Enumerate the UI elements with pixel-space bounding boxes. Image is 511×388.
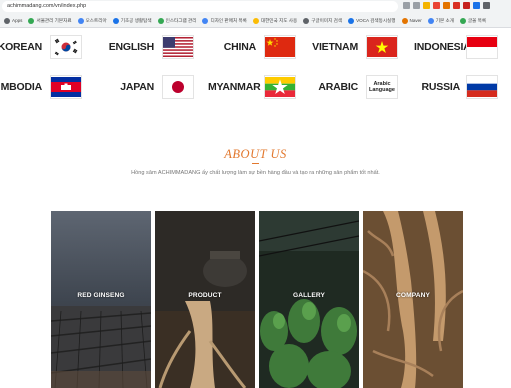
bookmark-item[interactable]: 디자인 판매처 목록 bbox=[200, 16, 248, 26]
language-cambodia[interactable]: MBODIA bbox=[0, 70, 82, 103]
bookmark-item[interactable]: 글꼴 목록 bbox=[458, 16, 488, 26]
language-label: RUSSIA bbox=[421, 80, 461, 93]
japan-flag-icon bbox=[162, 74, 194, 99]
share-icon[interactable] bbox=[413, 2, 420, 9]
about-description: Hồng sâm ACHIMMADANG ấy chất lượng làm s… bbox=[131, 170, 380, 176]
usa-flag-icon bbox=[162, 34, 194, 59]
card-label: COMPANY bbox=[396, 292, 430, 299]
extension-icon[interactable] bbox=[473, 2, 480, 9]
bookmark-item[interactable]: Naver bbox=[400, 16, 424, 26]
language-label: CHINA bbox=[223, 40, 256, 53]
bookmark-item[interactable]: 대한민국 지도 사용 bbox=[251, 16, 299, 26]
gallery-image bbox=[259, 211, 359, 388]
language-label: INDONESIA bbox=[414, 40, 471, 53]
language-korean[interactable]: KOREAN bbox=[0, 30, 82, 63]
address-row: achimmadang.com/vn/index.php bbox=[0, 0, 511, 13]
korea-flag-icon bbox=[50, 34, 82, 59]
card-company[interactable]: COMPANY bbox=[363, 211, 463, 388]
product-image bbox=[155, 211, 255, 388]
key-icon[interactable] bbox=[403, 2, 410, 9]
extension-icon[interactable] bbox=[453, 2, 460, 9]
bookmark-item[interactable]: 구글이미지 검색 bbox=[301, 16, 344, 26]
language-russia[interactable]: RUSSIA bbox=[414, 70, 498, 103]
bookmark-item[interactable]: 기본 소개 bbox=[426, 16, 456, 26]
company-image bbox=[363, 211, 463, 388]
language-label: JAPAN bbox=[120, 80, 154, 93]
bookmark-item[interactable]: Apps bbox=[2, 16, 24, 26]
card-label: PRODUCT bbox=[188, 292, 222, 299]
bookmark-item[interactable]: 서울관리 기본자료 bbox=[26, 16, 73, 26]
star-icon[interactable] bbox=[423, 2, 430, 9]
browser-chrome: achimmadang.com/vn/index.php Apps 서울관리 기… bbox=[0, 0, 511, 28]
menu-icon[interactable] bbox=[483, 2, 490, 9]
vietnam-flag-icon bbox=[366, 34, 398, 59]
about-title: ABOUT US bbox=[224, 147, 287, 161]
russia-flag-icon bbox=[466, 74, 498, 99]
language-label: MBODIA bbox=[0, 80, 43, 93]
extension-icon[interactable] bbox=[463, 2, 470, 9]
language-vietnam[interactable]: VIETNAM bbox=[310, 30, 398, 63]
language-label: KOREAN bbox=[0, 40, 42, 53]
arabic-language-icon: Arabic Language bbox=[366, 74, 398, 99]
card-product[interactable]: PRODUCT bbox=[155, 211, 255, 388]
language-label: ARABIC bbox=[318, 80, 358, 93]
language-label: ENGLISH bbox=[108, 40, 154, 53]
extension-icons bbox=[403, 2, 490, 11]
language-myanmar[interactable]: MYANMAR bbox=[208, 70, 296, 103]
language-label: VIETNAM bbox=[312, 40, 358, 53]
language-selector: KOREAN ENGLISH CHINA VIETNAM INDONESIA M… bbox=[0, 28, 511, 105]
bookmark-item[interactable]: 기초공 생활탐색 bbox=[111, 16, 154, 26]
indonesia-flag-icon bbox=[466, 34, 498, 59]
category-cards: RED GINSENG PRODUCT GALLERY COMPANY bbox=[51, 211, 463, 388]
language-indonesia[interactable]: INDONESIA bbox=[414, 30, 498, 63]
china-flag-icon bbox=[264, 34, 296, 59]
cambodia-flag-icon bbox=[50, 74, 82, 99]
arabic-badge-line: Language bbox=[369, 86, 395, 93]
card-label: GALLERY bbox=[293, 292, 325, 299]
bookmarks-bar: Apps 서울관리 기본자료 오스트리아 기초공 생활탐색 인스타그램 관리 디… bbox=[0, 14, 511, 27]
bookmark-item[interactable]: 인스타그램 관리 bbox=[156, 16, 199, 26]
card-label: RED GINSENG bbox=[77, 292, 125, 299]
card-gallery[interactable]: GALLERY bbox=[259, 211, 359, 388]
card-red-ginseng[interactable]: RED GINSENG bbox=[51, 211, 151, 388]
language-english[interactable]: ENGLISH bbox=[106, 30, 194, 63]
title-divider bbox=[252, 163, 259, 164]
language-china[interactable]: CHINA bbox=[208, 30, 296, 63]
extension-icon[interactable] bbox=[433, 2, 440, 9]
address-bar[interactable]: achimmadang.com/vn/index.php bbox=[2, 1, 398, 12]
myanmar-flag-icon bbox=[264, 74, 296, 99]
bookmark-item[interactable]: 오스트리아 bbox=[76, 16, 109, 26]
language-label: MYANMAR bbox=[208, 80, 261, 93]
bookmark-item[interactable]: VOCA 검색동시실행 bbox=[346, 16, 397, 26]
language-japan[interactable]: JAPAN bbox=[106, 70, 194, 103]
extension-icon[interactable] bbox=[443, 2, 450, 9]
language-arabic[interactable]: ARABIC Arabic Language bbox=[310, 70, 398, 103]
ginseng-field-image bbox=[51, 211, 151, 388]
